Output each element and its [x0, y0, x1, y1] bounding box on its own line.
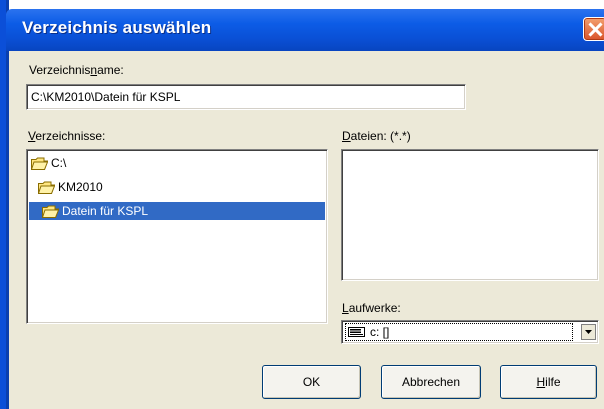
cancel-button[interactable]: Abbrechen — [381, 365, 481, 399]
help-button[interactable]: Hilfe — [500, 365, 597, 399]
directory-name-label-part: ame: — [97, 63, 124, 77]
files-label-mnemonic: D — [342, 129, 351, 143]
directory-name-label: Verzeichnisname: — [29, 63, 124, 77]
drives-selected-value: c: [] — [345, 323, 573, 341]
directory-item-label: Datein für KSPL — [62, 204, 149, 218]
drives-dropdown[interactable]: c: [] — [341, 320, 599, 344]
dropdown-arrow-button[interactable] — [581, 324, 596, 340]
directory-item-label: KM2010 — [58, 180, 103, 194]
chevron-down-icon — [585, 330, 592, 334]
ok-button-label: OK — [302, 375, 321, 389]
drive-icon — [348, 327, 365, 337]
drives-label-part: aufwerke: — [348, 301, 401, 315]
cancel-button-label: Abbrechen — [401, 375, 461, 389]
files-list[interactable] — [341, 149, 599, 281]
directories-label: Verzeichnisse: — [28, 129, 105, 143]
directories-label-part: erzeichnisse: — [35, 129, 106, 143]
open-folder-icon — [42, 205, 59, 218]
help-button-mnemonic: H — [536, 375, 546, 389]
ok-button[interactable]: OK — [262, 365, 361, 399]
files-label-part: ateien: (*.*) — [350, 129, 411, 143]
files-label: Dateien: (*.*) — [342, 129, 411, 143]
help-button-label: ilfe — [545, 375, 561, 389]
open-folder-icon — [31, 157, 48, 170]
drives-label: Laufwerke: — [342, 301, 401, 315]
window-title: Verzeichnis auswählen — [22, 18, 212, 37]
directory-item-selected[interactable]: Datein für KSPL — [29, 202, 325, 220]
directory-name-label-part: Verzeichnis — [29, 63, 91, 77]
directory-name-input[interactable]: C:\KM2010\Datein für KSPL — [26, 84, 466, 110]
close-button[interactable] — [583, 17, 604, 41]
open-folder-icon — [38, 181, 55, 194]
directory-item-km2010[interactable]: KM2010 — [38, 178, 103, 196]
directory-item-label: C:\ — [51, 156, 67, 170]
directories-list[interactable]: C:\ KM2010 Datein für KSPL — [26, 149, 328, 324]
drive-label: c: [] — [370, 325, 390, 339]
directory-item-root[interactable]: C:\ — [31, 154, 66, 172]
directory-name-value: C:\KM2010\Datein für KSPL — [31, 90, 181, 104]
drives-label-mnemonic: L — [342, 301, 349, 315]
